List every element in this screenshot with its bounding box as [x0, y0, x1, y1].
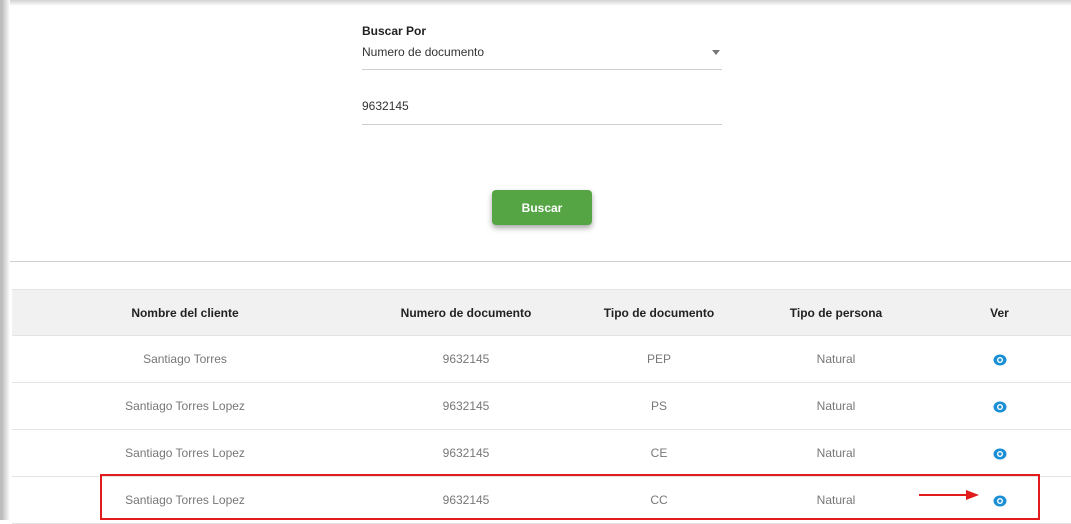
results-table: Nombre del cliente Numero de documento T…: [12, 289, 1071, 524]
search-button[interactable]: Buscar: [492, 190, 592, 225]
table-row: Santiago Torres Lopez 9632145 PS Natural: [12, 383, 1071, 430]
cell-person-type: Natural: [816, 399, 856, 413]
header-document-type: Tipo de documento: [603, 305, 715, 320]
document-number-input[interactable]: [362, 92, 722, 113]
cell-view: [928, 446, 1071, 460]
cell-client-name: Santiago Torres Lopez: [125, 493, 245, 507]
section-divider: [10, 261, 1071, 262]
cell-client-name: Santiago Torres Lopez: [125, 399, 245, 413]
search-form: Buscar Por Numero de documento: [362, 24, 722, 125]
eye-icon[interactable]: [993, 401, 1007, 413]
table-row: Santiago Torres Lopez 9632145 CE Natural: [12, 430, 1071, 477]
search-by-label: Buscar Por: [362, 24, 427, 38]
search-by-selected-value: Numero de documento: [362, 45, 485, 59]
eye-icon[interactable]: [993, 354, 1007, 366]
cell-client-name: Santiago Torres: [143, 352, 227, 366]
cell-view: [928, 352, 1071, 366]
cell-person-type: Natural: [816, 446, 856, 460]
window-left-border: [0, 0, 10, 520]
cell-view: [928, 399, 1071, 413]
cell-document-type: CE: [650, 446, 668, 460]
cell-person-type: Natural: [816, 493, 856, 507]
cell-document-type: PEP: [646, 352, 671, 366]
cell-client-name: Santiago Torres Lopez: [125, 446, 245, 460]
eye-icon[interactable]: [993, 495, 1007, 507]
cell-document-number: 9632145: [442, 493, 490, 507]
table-row: Santiago Torres 9632145 PEP Natural: [12, 336, 1071, 383]
header-client-name: Nombre del cliente: [131, 305, 239, 320]
caret-down-icon: [712, 50, 720, 55]
document-number-field[interactable]: [362, 92, 722, 125]
cell-document-type: PS: [650, 399, 667, 413]
arrow-right-icon: [919, 490, 979, 500]
cell-person-type: Natural: [816, 352, 856, 366]
header-view: Ver: [990, 305, 1009, 320]
cell-document-type: CC: [650, 493, 668, 507]
window-top-shadow: [0, 0, 1071, 6]
eye-icon[interactable]: [993, 448, 1007, 460]
cell-document-number: 9632145: [442, 352, 490, 366]
cell-document-number: 9632145: [442, 399, 490, 413]
table-header: Nombre del cliente Numero de documento T…: [12, 289, 1071, 336]
table-row: Santiago Torres Lopez 9632145 CC Natural: [12, 477, 1071, 524]
header-document-number: Numero de documento: [400, 305, 532, 320]
search-by-select[interactable]: Numero de documento: [362, 39, 722, 70]
header-person-type: Tipo de persona: [789, 305, 883, 320]
cell-document-number: 9632145: [442, 446, 490, 460]
